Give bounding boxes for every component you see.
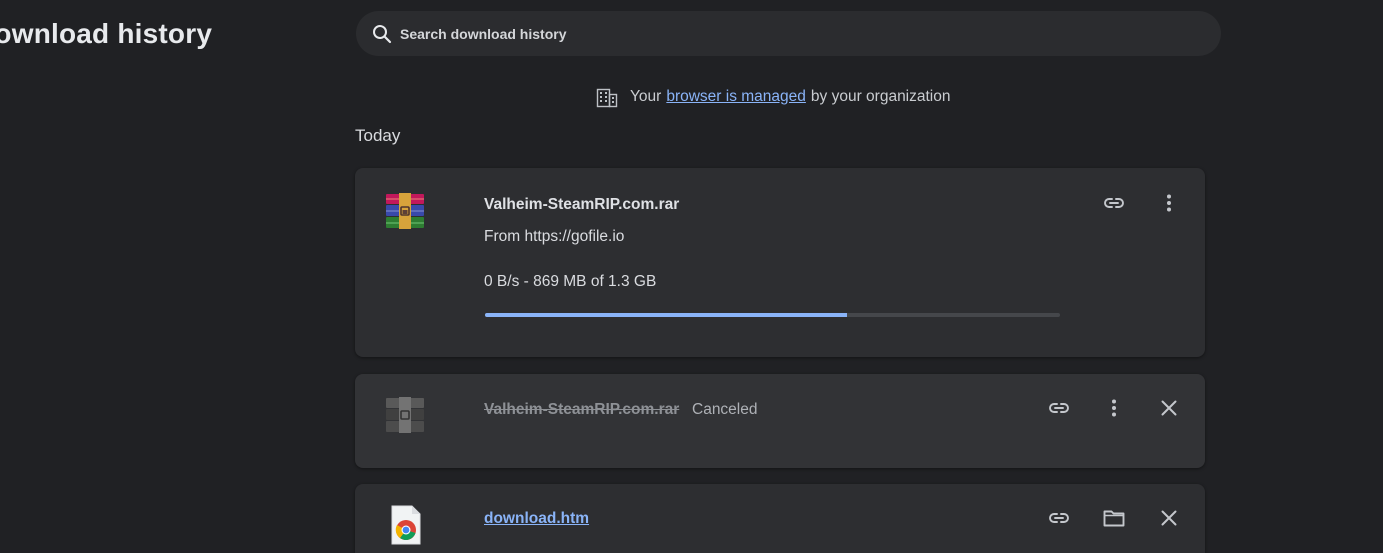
copy-link-icon (1049, 403, 1069, 413)
more-actions-button[interactable] (1098, 392, 1130, 424)
copy-link-icon (1104, 198, 1124, 208)
download-progress-bar (485, 313, 1060, 317)
downloads-page: Download history Your (0, 0, 1383, 553)
search-icon (372, 24, 392, 44)
managed-suffix: by your organization (810, 88, 951, 105)
show-in-folder-button[interactable] (1098, 502, 1130, 534)
managed-prefix: Your (630, 88, 662, 105)
copy-link-button[interactable] (1043, 392, 1075, 424)
winrar-archive-icon (384, 397, 426, 433)
download-item: Valheim-SteamRIP.com.rar From https://go… (355, 168, 1205, 357)
page-title: Download history (0, 18, 213, 49)
download-item: download.htm (355, 484, 1205, 553)
browser-managed-link[interactable]: browser is managed (666, 88, 806, 106)
download-item: Valheim-SteamRIP.com.rar Canceled (355, 374, 1205, 468)
managed-notice: Your browser is managed by your organiza… (596, 86, 951, 108)
close-icon (1161, 510, 1177, 526)
more-actions-button[interactable] (1153, 187, 1185, 219)
copy-link-button[interactable] (1098, 187, 1130, 219)
date-section-label: Today (355, 126, 401, 145)
file-name-link[interactable]: download.htm (484, 510, 589, 528)
folder-icon (1103, 510, 1125, 527)
winrar-archive-icon (384, 193, 426, 229)
download-progress-text: 0 B/s - 869 MB of 1.3 GB (484, 273, 657, 290)
building-icon (596, 86, 618, 108)
download-status: Canceled (692, 401, 758, 418)
copy-link-button[interactable] (1043, 502, 1075, 534)
remove-from-list-button[interactable] (1153, 502, 1185, 534)
more-vert-icon (1112, 399, 1116, 417)
download-source: From https://gofile.io (484, 228, 625, 245)
more-vert-icon (1167, 194, 1171, 212)
download-progress-fill (485, 313, 848, 317)
close-icon (1161, 400, 1177, 416)
remove-from-list-button[interactable] (1153, 392, 1185, 424)
copy-link-icon (1049, 513, 1069, 523)
file-name: Valheim-SteamRIP.com.rar (484, 401, 680, 418)
file-name[interactable]: Valheim-SteamRIP.com.rar (484, 196, 679, 214)
search-input[interactable] (400, 25, 1221, 42)
search-bar[interactable] (356, 11, 1221, 56)
chrome-html-file-icon (391, 505, 421, 545)
